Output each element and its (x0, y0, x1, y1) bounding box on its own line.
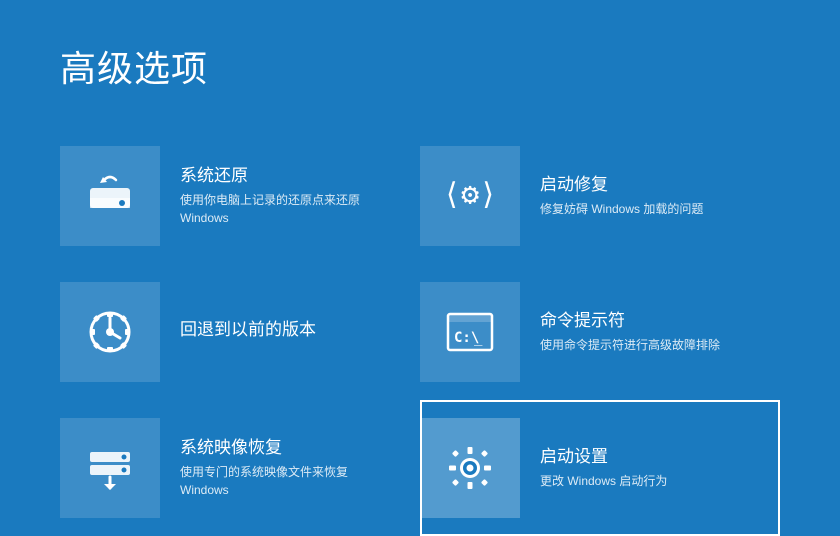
startup-repair-title: 启动修复 (540, 174, 703, 196)
startup-repair-text: 启动修复 修复妨碍 Windows 加载的问题 (540, 174, 703, 218)
cmd-title: 命令提示符 (540, 310, 720, 332)
cmd-icon: C:\ _ (444, 306, 496, 358)
image-recovery-title: 系统映像恢复 (180, 437, 348, 459)
cmd-item[interactable]: C:\ _ 命令提示符 使用命令提示符进行高级故障排除 (420, 264, 780, 400)
startup-settings-icon-box (420, 418, 520, 518)
cmd-desc: 使用命令提示符进行高级故障排除 (540, 336, 720, 354)
startup-settings-desc: 更改 Windows 启动行为 (540, 472, 667, 490)
startup-repair-desc: 修复妨碍 Windows 加载的问题 (540, 200, 703, 218)
startup-settings-text: 启动设置 更改 Windows 启动行为 (540, 446, 667, 490)
cmd-text: 命令提示符 使用命令提示符进行高级故障排除 (540, 310, 720, 354)
options-grid: 系统还原 使用你电脑上记录的还原点来还原 Windows ⟨⚙⟩ 启动修复 修复… (60, 128, 780, 536)
cmd-icon-box: C:\ _ (420, 282, 520, 382)
image-recovery-icon (84, 442, 136, 494)
startup-repair-icon: ⟨⚙⟩ (444, 170, 496, 222)
image-recovery-item[interactable]: 系统映像恢复 使用专门的系统映像文件来恢复 Windows (60, 400, 420, 536)
image-recovery-desc: 使用专门的系统映像文件来恢复 Windows (180, 463, 348, 499)
system-restore-text: 系统还原 使用你电脑上记录的还原点来还原 Windows (180, 165, 360, 227)
image-recovery-icon-box (60, 418, 160, 518)
startup-repair-icon-box: ⟨⚙⟩ (420, 146, 520, 246)
rollback-icon (84, 306, 136, 358)
startup-settings-title: 启动设置 (540, 446, 667, 468)
rollback-title: 回退到以前的版本 (180, 319, 316, 341)
svg-text:⟨⚙⟩: ⟨⚙⟩ (444, 177, 496, 212)
rollback-item[interactable]: 回退到以前的版本 (60, 264, 420, 400)
system-restore-desc: 使用你电脑上记录的还原点来还原 Windows (180, 191, 360, 227)
system-restore-icon-box (60, 146, 160, 246)
startup-settings-icon (444, 442, 496, 494)
image-recovery-text: 系统映像恢复 使用专门的系统映像文件来恢复 Windows (180, 437, 348, 499)
startup-settings-item[interactable]: 启动设置 更改 Windows 启动行为 (420, 400, 780, 536)
svg-text:_: _ (474, 330, 483, 346)
system-restore-item[interactable]: 系统还原 使用你电脑上记录的还原点来还原 Windows (60, 128, 420, 264)
startup-repair-item[interactable]: ⟨⚙⟩ 启动修复 修复妨碍 Windows 加载的问题 (420, 128, 780, 264)
page-title: 高级选项 (60, 40, 780, 92)
restore-icon (84, 170, 136, 222)
rollback-icon-box (60, 282, 160, 382)
system-restore-title: 系统还原 (180, 165, 360, 187)
rollback-text: 回退到以前的版本 (180, 319, 316, 345)
